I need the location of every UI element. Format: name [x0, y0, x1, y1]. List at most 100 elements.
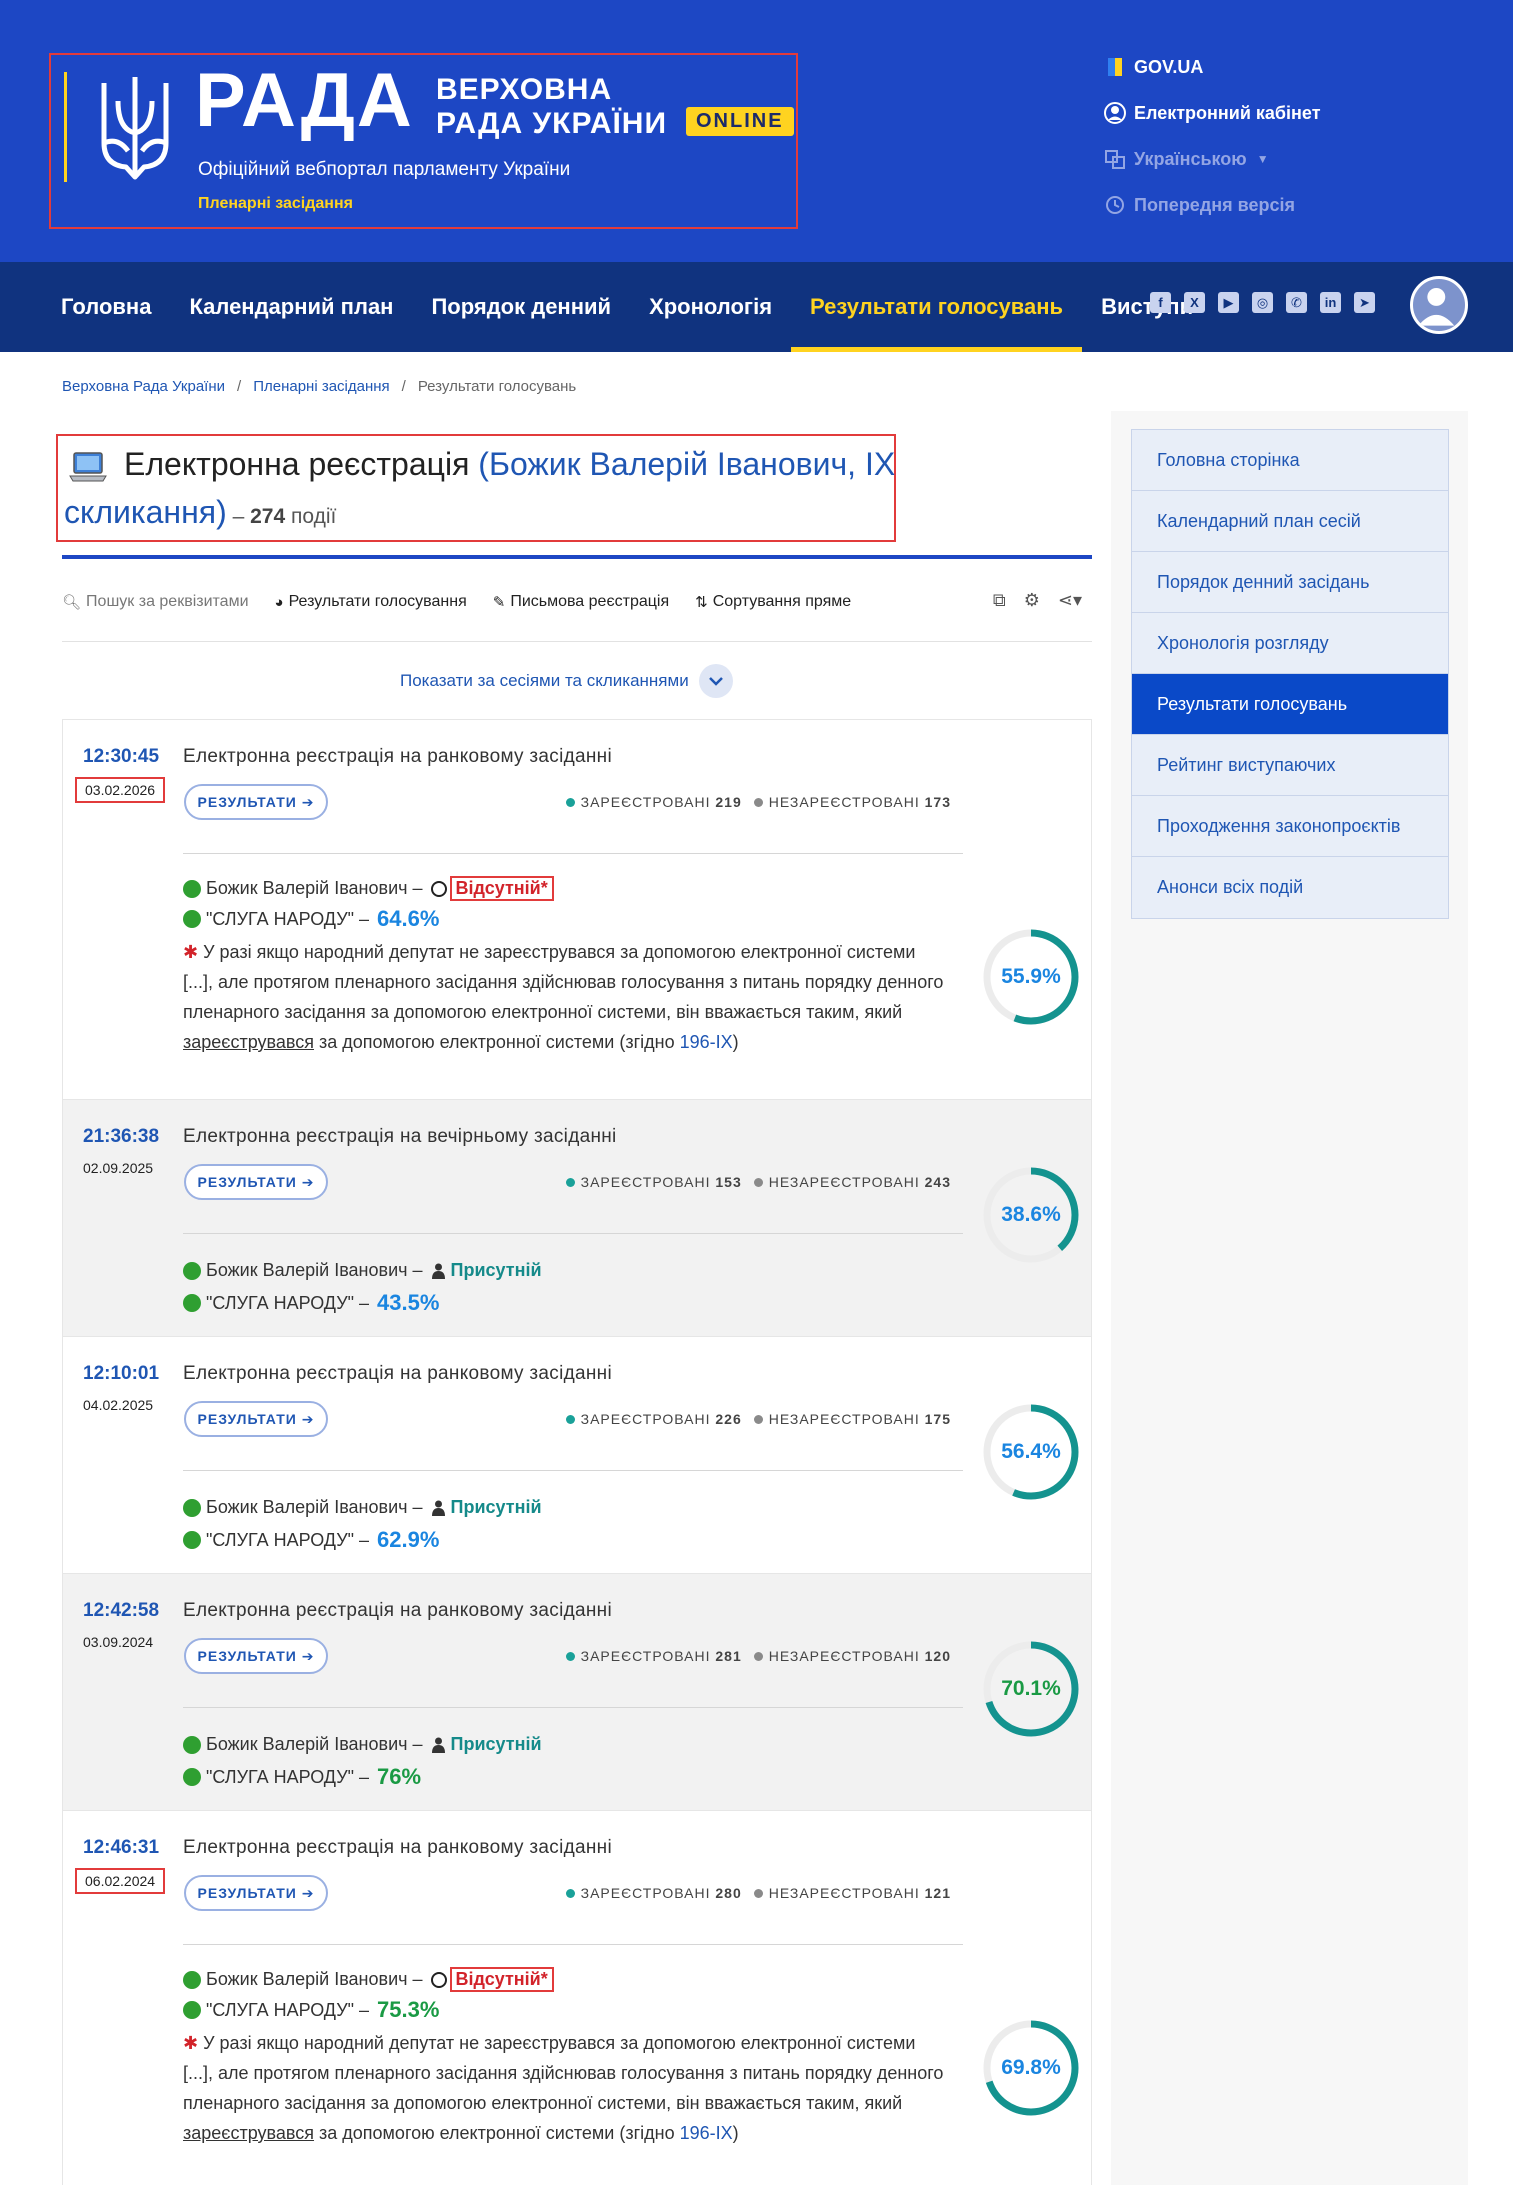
- title-convocation[interactable]: скликання): [64, 494, 227, 530]
- sidebar-item-7[interactable]: Анонси всіх подій: [1132, 857, 1448, 918]
- event-card: 12:10:01 04.02.2025 Електронна реєстрація …: [63, 1337, 1091, 1574]
- nav-item-3[interactable]: Хронологія: [630, 262, 791, 352]
- results-button[interactable]: РЕЗУЛЬТАТИ ➔: [184, 1638, 328, 1674]
- show-by-sessions-toggle[interactable]: Показати за сесіями та скликаннями: [400, 664, 733, 698]
- faction-name[interactable]: "СЛУГА НАРОДУ": [206, 909, 354, 930]
- sidebar-item-5[interactable]: Рейтинг виступаючих: [1132, 735, 1448, 796]
- event-time[interactable]: 12:42:58: [83, 1600, 159, 1622]
- event-date: 04.02.2025: [83, 1397, 154, 1413]
- gov-ua-link[interactable]: GOV.UA: [1104, 44, 1321, 90]
- voting-results-button[interactable]: ◕ Результати голосування: [275, 593, 467, 611]
- x-icon[interactable]: X: [1184, 292, 1205, 313]
- unregistered-count: 173: [924, 794, 951, 810]
- arrow-right-icon: ➔: [301, 1647, 315, 1664]
- share-icon[interactable]: ⋖▾: [1058, 590, 1082, 611]
- note-registered-term[interactable]: зареєструвався: [183, 2123, 314, 2143]
- breadcrumb-item-0[interactable]: Верховна Рада України: [62, 378, 225, 395]
- registered-stat: ЗАРЕЄСТРОВАНІ 153: [565, 1174, 742, 1190]
- law-196-link[interactable]: 196-IX: [680, 2123, 733, 2143]
- language-dropdown[interactable]: Українською ▼: [1104, 136, 1321, 182]
- asterisk-icon: ✱: [183, 2033, 199, 2053]
- note-line-2: [...], але протягом пленарного засідання…: [183, 2063, 944, 2083]
- registered-dot-icon: [565, 1415, 575, 1424]
- sidebar-item-4[interactable]: Результати голосувань: [1132, 674, 1448, 735]
- events-list: 12:30:45 03.02.2026 Електронна реєстрація …: [62, 719, 1092, 2185]
- unregistered-label: НЕЗАРЕЄСТРОВАНІ: [768, 1648, 920, 1664]
- registered-label: ЗАРЕЄСТРОВАНІ: [580, 1174, 711, 1190]
- trident-icon: [101, 77, 169, 180]
- results-label: Результати голосування: [288, 593, 467, 610]
- user-avatar-button[interactable]: [1410, 276, 1468, 334]
- note-line-3: пленарного засідання за допомогою електр…: [183, 2093, 903, 2113]
- brand-logo-link[interactable]: РАДА ВЕРХОВНА РАДА УКРАЇНИ ONLINE Офіцій…: [49, 53, 798, 229]
- nav-item-4[interactable]: Результати голосувань: [791, 262, 1083, 352]
- facebook-icon[interactable]: f: [1150, 292, 1171, 313]
- results-button[interactable]: РЕЗУЛЬТАТИ ➔: [184, 1164, 328, 1200]
- breadcrumb-item-2: Результати голосувань: [417, 378, 577, 395]
- results-button[interactable]: РЕЗУЛЬТАТИ ➔: [184, 1875, 328, 1911]
- sidebar-item-3[interactable]: Хронологія розгляду: [1132, 613, 1448, 674]
- faction-line: "СЛУГА НАРОДУ" –76%: [183, 1764, 421, 1790]
- green-dot-icon: [183, 1498, 201, 1517]
- previous-version-link[interactable]: Попередня версія: [1104, 182, 1321, 228]
- person-name[interactable]: Божик Валерій Іванович: [206, 1260, 408, 1281]
- cabinet-link[interactable]: Електронний кабінет: [1104, 90, 1321, 136]
- event-time[interactable]: 21:36:38: [83, 1126, 159, 1148]
- registration-stats: ЗАРЕЄСТРОВАНІ 281 НЕЗАРЕЄСТРОВАНІ 120: [565, 1648, 951, 1664]
- sort-direct-button[interactable]: ⇅ Сортування пряме: [695, 593, 851, 611]
- unregistered-dot-icon: [753, 1889, 763, 1898]
- person-status-line: Божик Валерій Іванович – Відсутній*: [183, 876, 554, 901]
- written-label: Письмова реєстрація: [510, 593, 670, 610]
- faction-name[interactable]: "СЛУГА НАРОДУ": [206, 1530, 354, 1551]
- person-status-line: Божик Валерій Іванович – Відсутній*: [183, 1967, 554, 1992]
- section-link[interactable]: Пленарні засідання: [198, 195, 353, 213]
- sidebar-item-6[interactable]: Проходження законопроєктів: [1132, 796, 1448, 857]
- faction-name[interactable]: "СЛУГА НАРОДУ": [206, 1293, 354, 1314]
- unregistered-stat: НЕЗАРЕЄСТРОВАНІ 173: [753, 794, 951, 810]
- faction-name[interactable]: "СЛУГА НАРОДУ": [206, 1767, 354, 1788]
- chevron-down-icon: [698, 664, 733, 698]
- sidebar-item-1[interactable]: Календарний план сесій: [1132, 491, 1448, 552]
- nav-item-0[interactable]: Головна: [42, 262, 170, 352]
- breadcrumb-item-1[interactable]: Пленарні засідання: [253, 378, 389, 395]
- sidebar-item-2[interactable]: Порядок денний засідань: [1132, 552, 1448, 613]
- search-by-details-button[interactable]: 🔍︎ Пошук за реквізитами: [62, 593, 249, 611]
- results-button[interactable]: РЕЗУЛЬТАТИ ➔: [184, 784, 328, 820]
- law-196-link[interactable]: 196-IX: [680, 1032, 733, 1052]
- present-status: Присутній: [450, 1734, 542, 1754]
- card-divider: [183, 853, 963, 854]
- written-registration-button[interactable]: ✎ Письмова реєстрація: [493, 593, 669, 611]
- instagram-icon[interactable]: ◎: [1252, 292, 1273, 313]
- person-name[interactable]: Божик Валерій Іванович: [206, 878, 408, 899]
- event-time[interactable]: 12:46:31: [83, 1837, 159, 1859]
- linkedin-icon[interactable]: in: [1320, 292, 1341, 313]
- search-label: Пошук за реквізитами: [86, 593, 249, 610]
- event-date: 06.02.2024: [75, 1868, 166, 1894]
- faction-line: "СЛУГА НАРОДУ" –43.5%: [183, 1290, 439, 1316]
- nav-item-1[interactable]: Календарний план: [170, 262, 412, 352]
- youtube-icon[interactable]: ▶: [1218, 292, 1239, 313]
- registered-dot-icon: [565, 1178, 575, 1187]
- unregistered-stat: НЕЗАРЕЄСТРОВАНІ 243: [753, 1174, 951, 1190]
- person-name[interactable]: Божик Валерій Іванович: [206, 1497, 408, 1518]
- count-number: 274: [250, 505, 286, 528]
- note-registered-term[interactable]: зареєструвався: [183, 1032, 314, 1052]
- registration-footnote: ✱ У разі якщо народний депутат не зареєс…: [183, 937, 973, 1057]
- event-time[interactable]: 12:30:45: [83, 746, 159, 768]
- person-name[interactable]: Божик Валерій Іванович: [206, 1734, 408, 1755]
- title-person[interactable]: (Божик Валерій Іванович, IX: [478, 446, 895, 482]
- event-time[interactable]: 12:10:01: [83, 1363, 159, 1385]
- registered-count: 280: [715, 1885, 742, 1901]
- faction-name[interactable]: "СЛУГА НАРОДУ": [206, 2000, 354, 2021]
- person-name[interactable]: Божик Валерій Іванович: [206, 1969, 408, 1990]
- registered-count: 226: [715, 1411, 742, 1427]
- nav-item-2[interactable]: Порядок денний: [412, 262, 630, 352]
- green-dot-icon: [183, 1261, 201, 1280]
- windows-icon[interactable]: ⧉: [993, 590, 1006, 611]
- telegram-icon[interactable]: ➤: [1354, 292, 1375, 313]
- settings-icon[interactable]: ⚙: [1024, 590, 1040, 611]
- whatsapp-icon[interactable]: ✆: [1286, 292, 1307, 313]
- sidebar-item-0[interactable]: Головна сторінка: [1132, 430, 1448, 491]
- event-card: 12:30:45 03.02.2026 Електронна реєстрація …: [63, 720, 1091, 1100]
- results-button[interactable]: РЕЗУЛЬТАТИ ➔: [184, 1401, 328, 1437]
